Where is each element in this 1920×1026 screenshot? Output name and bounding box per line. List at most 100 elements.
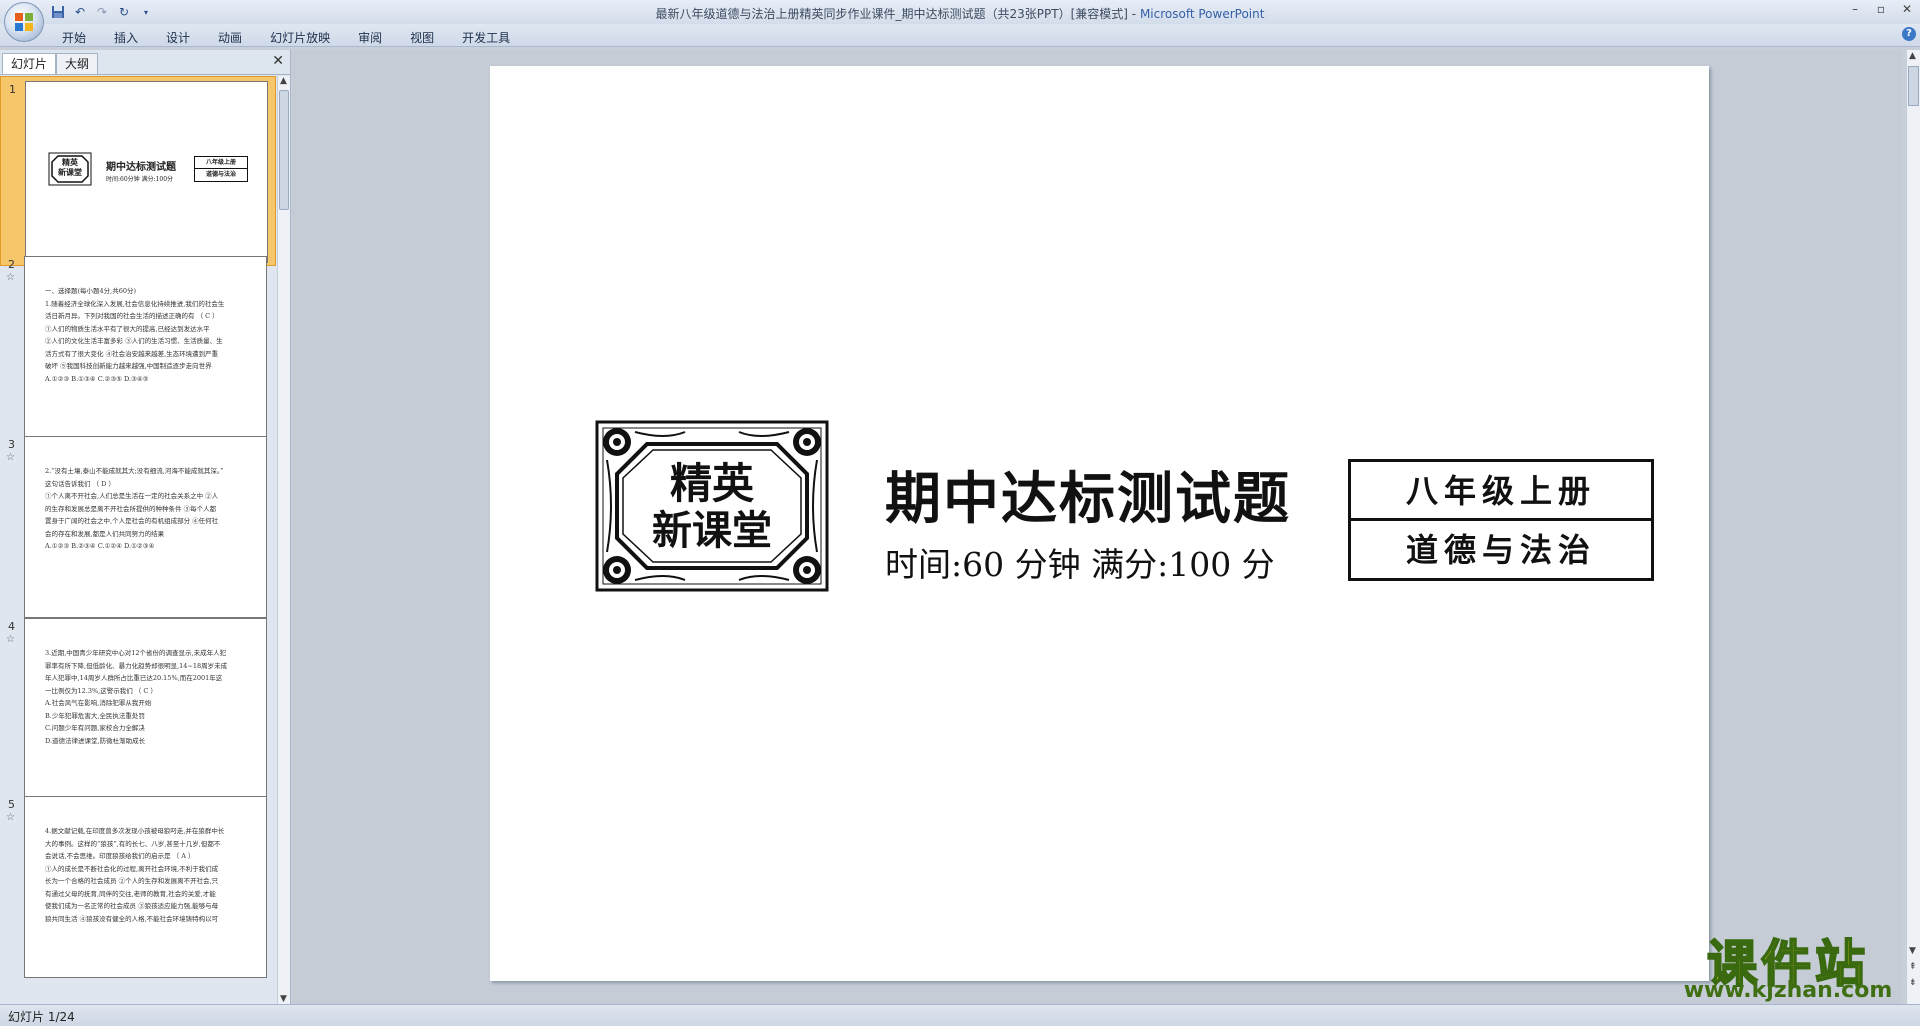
tab-slideshow[interactable]: 幻灯片放映: [256, 27, 344, 48]
thumbnail-preview: 一、选择题(每小题4分,共60分) 1.随着经济全球化深入发展,社会信息化持续推进…: [24, 256, 267, 438]
slide-editing-area: 精英 新课堂 期中达标测试题 时间:60 分钟 满分:100 分 八年级上册 道…: [292, 50, 1902, 1004]
thumbnail-grade-box: 八年级上册 道德与法治: [194, 156, 248, 182]
tab-design[interactable]: 设计: [152, 27, 204, 48]
watermark: 课件站 www.kjzhan.com: [1668, 924, 1908, 1004]
thumbnail-text-line: 3.近期,中国青少年研究中心对12个省份的调查显示,未成年人犯: [45, 649, 227, 657]
thumbnail-text-line: ①个人离不开社会,人们总是生活在一定的社会关系之中 ②人: [45, 492, 219, 500]
thumbnail-text-line: 破坏 ⑤我国科技创新能力越来越强,中国制造逐步走向世界: [45, 362, 212, 370]
thumbnail-number: 4: [8, 620, 15, 633]
slides-pane: 幻灯片 大纲 ✕ 1 精英 新课堂 期中达标测试题 时间:60分钟 满分:100分 八年级…: [0, 50, 291, 1004]
thumbnail-preview: 3.近期,中国青少年研究中心对12个省份的调查显示,未成年人犯 罪率有所下降,但低…: [24, 618, 267, 800]
slide-scrollbar[interactable]: ▲ ▼ ⇞ ⇟: [1906, 50, 1920, 1004]
thumbnail-list: 1 精英 新课堂 期中达标测试题 时间:60分钟 满分:100分 八年级上册 道德与法治 2 ☆…: [0, 76, 276, 1004]
thumbnail-number: 5: [8, 798, 15, 811]
emblem-line-1: 精英: [670, 459, 755, 508]
thumbnail-text-line: A.①②③ B.①③④ C.②③⑤ D.③④⑤: [45, 374, 149, 383]
thumbnail-title: 期中达标测试题: [106, 162, 176, 173]
current-slide[interactable]: 精英 新课堂 期中达标测试题 时间:60 分钟 满分:100 分 八年级上册 道…: [490, 66, 1709, 981]
slide-time-score[interactable]: 时间:60 分钟 满分:100 分: [885, 538, 1275, 586]
tab-view[interactable]: 视图: [396, 27, 448, 48]
thumbnail-text-line: C.问题少年有问题,家校合力全解决: [45, 724, 145, 732]
pane-scrollbar[interactable]: ▲ ▼: [277, 76, 290, 1004]
thumbnail-text-line: 使我们成为一名正常的社会成员 ③狼孩适应能力强,能够与母: [45, 902, 219, 910]
scroll-up-icon[interactable]: ▲: [280, 76, 287, 86]
thumbnail-text-line: 狼共同生活 ④狼孩没有健全的人格,不能社会环境铸特构以可: [45, 914, 219, 923]
tab-review[interactable]: 审阅: [344, 27, 396, 48]
thumbnail-text-line: 置身于广阔的社会之中,个人是社会的有机组成部分 ④任何社: [45, 517, 219, 525]
thumbnail-time: 时间:60分钟 满分:100分: [106, 176, 174, 183]
tab-insert[interactable]: 插入: [100, 27, 152, 48]
office-logo-icon: [15, 13, 33, 31]
thumbnail-text-line: 长为一个合格的社会成员 ②个人的生存和发展离不开社会,只: [45, 877, 219, 885]
status-bar: 幻灯片 1/24: [0, 1004, 1920, 1026]
subject-label: 道德与法治: [1405, 531, 1596, 569]
close-window-icon[interactable]: ✕: [1900, 1, 1914, 17]
previous-slide-icon[interactable]: ⇞: [1909, 962, 1917, 972]
thumbnail-text-line: 1.随着经济全球化深入发展,社会信息化持续推进,我们的社会生: [45, 299, 225, 308]
thumbnail-preview: 4.据文献记载,在印度曾多次发现小孩被母狼叼走,并在狼群中长 大的事例。这样的“狼…: [24, 796, 267, 978]
thumbnail-text-line: 的生存和发展总是离不开社会所提供的种种条件 ③每个人都: [45, 504, 217, 513]
close-pane-icon[interactable]: ✕: [272, 53, 284, 69]
scroll-thumb[interactable]: [279, 90, 289, 210]
slide-thumbnail[interactable]: 2 ☆ 一、选择题(每小题4分,共60分) 1.随着经济全球化深入发展,社会信息化持续…: [0, 252, 276, 442]
thumbnail-text-line: 年人犯罪中,14周岁人群所占比重已达20.15%,而在2001年这: [45, 674, 223, 682]
app-name: Microsoft PowerPoint: [1139, 7, 1265, 21]
slide-title[interactable]: 期中达标测试题: [885, 454, 1291, 535]
animation-star-icon: ☆: [6, 452, 15, 463]
window-controls: – ▫ ✕: [1848, 1, 1914, 17]
thumbnail-text-line: 活日新月异。下列对我国的社会生活的描述正确的有 （ C ）: [45, 312, 219, 320]
slide-position: 幻灯片 1/24: [8, 1010, 75, 1024]
thumbnail-text-line: 4.据文献记载,在印度曾多次发现小孩被母狼叼走,并在狼群中长: [45, 827, 225, 835]
thumbnail-text-line: D.道德法律进课堂,防微杜渐助成长: [45, 736, 146, 745]
ribbon-tab-bar: 开始 插入 设计 动画 幻灯片放映 审阅 视图 开发工具 ?: [0, 24, 1920, 47]
animation-star-icon: ☆: [6, 634, 15, 645]
next-slide-icon[interactable]: ⇟: [1909, 978, 1917, 988]
thumbnail-text-line: 有通过父母的抚育,同伴的交往,老师的教育,社会的关爱,才能: [45, 889, 216, 898]
tab-outline[interactable]: 大纲: [56, 53, 99, 74]
scroll-down-icon[interactable]: ▼: [280, 994, 287, 1004]
thumbnail-text-line: 会的存在和发展,都是人们共同努力的结果: [45, 529, 165, 538]
thumbnail-preview: 精英 新课堂 期中达标测试题 时间:60分钟 满分:100分 八年级上册 道德与法治: [25, 81, 268, 263]
thumbnail-text-line: A.①②③ B.②③④ C.①②④ D.①②③④: [45, 542, 155, 550]
tab-developer[interactable]: 开发工具: [448, 27, 524, 48]
help-icon[interactable]: ?: [1902, 27, 1916, 41]
emblem-line-2: 新课堂: [652, 508, 772, 554]
thumbnail-text-line: 一比例仅为12.3%,这警示我们 （ C ）: [45, 686, 157, 695]
scroll-down-icon[interactable]: ▼: [1909, 946, 1916, 956]
watermark-url: www.kjzhan.com: [1683, 978, 1893, 1003]
thumbnail-text-line: 2.“没有土壤,泰山不能成就其大;没有细流,河海不能成就其深。”: [45, 467, 224, 475]
emblem-logo: 精英 新课堂: [595, 420, 829, 592]
grade-subject-box[interactable]: 八年级上册 道德与法治: [1348, 459, 1654, 581]
thumbnail-number: 3: [8, 438, 15, 451]
tab-slides[interactable]: 幻灯片: [2, 53, 57, 74]
document-title: 最新八年级道德与法治上册精英同步作业课件_期中达标测试题（共23张PPT）[兼容…: [655, 7, 1128, 21]
thumbnail-text-line: B.少年犯罪危害大,全民执法重处罚: [45, 711, 145, 720]
tab-animations[interactable]: 动画: [204, 27, 256, 48]
thumbnail-text-line: 一、选择题(每小题4分,共60分): [45, 287, 137, 295]
slide-thumbnail[interactable]: 4 ☆ 3.近期,中国青少年研究中心对12个省份的调查显示,未成年人犯 罪率有所下降,…: [0, 614, 276, 804]
animation-star-icon: ☆: [6, 812, 15, 823]
thumbnail-text-line: 会说话,不会思维。印度狼孩给我们的启示是 （ A ）: [45, 852, 195, 860]
pane-tabs: 幻灯片 大纲 ✕: [0, 50, 290, 75]
thumbnail-preview: 2.“没有土壤,泰山不能成就其大;没有细流,河海不能成就其深。” 这句话告诉我们 …: [24, 436, 267, 618]
thumbnail-text-line: ②人们的文化生活丰富多彩 ③人们的生活习惯、生活质量、生: [45, 337, 223, 345]
thumbnail-text-line: ①人的成长是不断社会化的过程,离开社会环境,不利于我们成: [45, 864, 219, 873]
animation-star-icon: ☆: [6, 272, 15, 283]
grade-label: 八年级上册: [1405, 472, 1596, 510]
thumbnail-text-line: 活方式有了很大变化 ④社会治安越来越差,生态环境遭到严重: [45, 349, 219, 358]
scroll-up-icon[interactable]: ▲: [1909, 51, 1916, 61]
slide-thumbnail[interactable]: 1 精英 新课堂 期中达标测试题 时间:60分钟 满分:100分 八年级上册 道德与法治: [0, 76, 276, 266]
thumbnail-text-line: 这句话告诉我们 （ D ）: [45, 479, 115, 488]
restore-icon[interactable]: ▫: [1874, 1, 1888, 17]
thumbnail-number: 1: [9, 83, 16, 96]
office-button[interactable]: [4, 2, 44, 42]
thumbnail-number: 2: [8, 258, 15, 271]
minimize-icon[interactable]: –: [1848, 1, 1862, 17]
scroll-thumb[interactable]: [1908, 66, 1919, 106]
slide-thumbnail[interactable]: 5 ☆ 4.据文献记载,在印度曾多次发现小孩被母狼叼走,并在狼群中长 大的事例。这样的…: [0, 792, 276, 982]
tab-home[interactable]: 开始: [48, 27, 100, 48]
slide-thumbnail[interactable]: 3 ☆ 2.“没有土壤,泰山不能成就其大;没有细流,河海不能成就其深。” 这句话告诉我…: [0, 432, 276, 622]
thumbnail-text-line: A.社会风气在影响,消除犯罪从我开始: [45, 699, 152, 707]
window-title: 最新八年级道德与法治上册精英同步作业课件_期中达标测试题（共23张PPT）[兼容…: [655, 7, 1265, 21]
thumbnail-text-line: 大的事例。这样的“狼孩”,有的长七、八岁,甚至十几岁,但都不: [45, 839, 221, 848]
